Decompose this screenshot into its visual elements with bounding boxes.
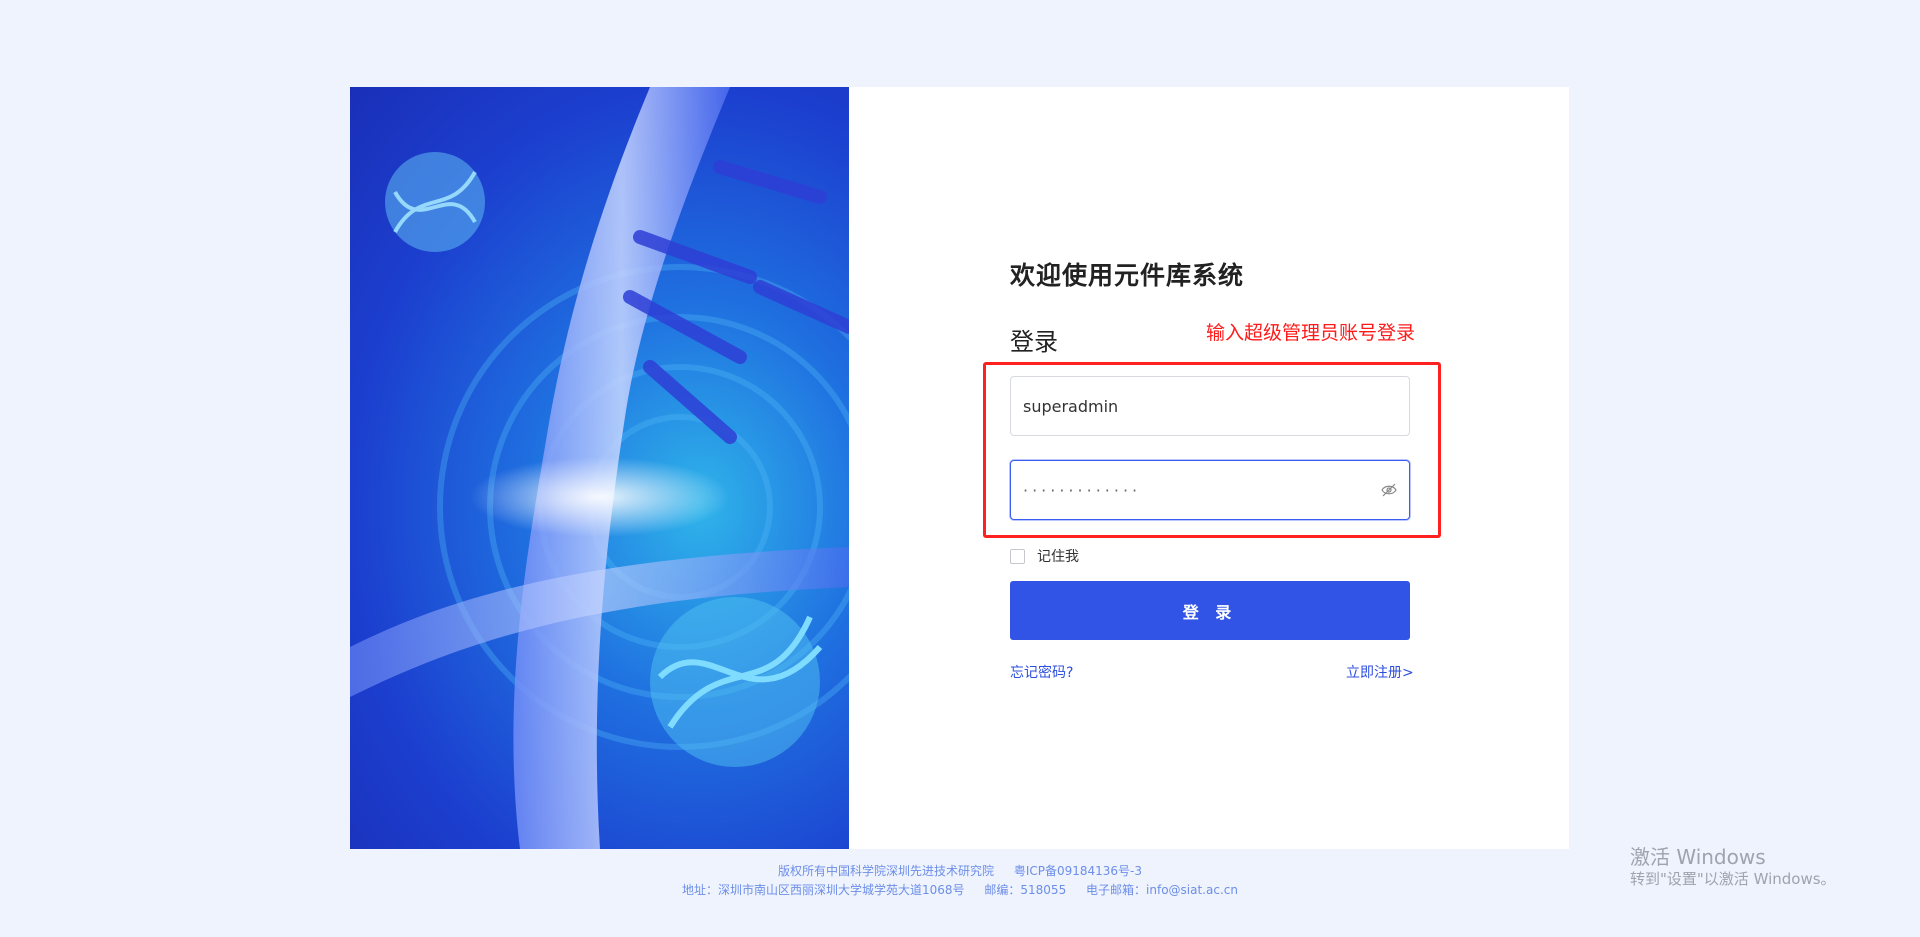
dna-banner-image xyxy=(350,87,849,849)
login-button[interactable]: 登 录 xyxy=(1010,581,1410,640)
login-heading: 登录 xyxy=(1010,328,1058,356)
forgot-password-link[interactable]: 忘记密码? xyxy=(1010,662,1073,682)
windows-activation-subtitle: 转到"设置"以激活 Windows。 xyxy=(1630,870,1836,888)
username-input[interactable]: superadmin xyxy=(1010,376,1410,436)
footer-address: 地址：深圳市南山区西丽深圳大学城学苑大道1068号 xyxy=(682,883,965,897)
footer-icp[interactable]: 粤ICP备09184136号-3 xyxy=(1014,864,1142,878)
username-value: superadmin xyxy=(1023,396,1119,416)
register-link[interactable]: 立即注册> xyxy=(1346,662,1414,682)
login-page: 欢迎使用元件库系统 登录 输入超级管理员账号登录 superadmin ····… xyxy=(0,0,1920,937)
windows-activation-title: 激活 Windows xyxy=(1630,845,1766,869)
footer-postcode: 邮编：518055 xyxy=(984,883,1067,897)
remember-me[interactable]: 记住我 xyxy=(1010,546,1079,566)
password-input[interactable]: ············· xyxy=(1010,460,1410,520)
eye-closed-icon[interactable] xyxy=(1381,483,1397,497)
password-value: ············· xyxy=(1023,480,1142,500)
footer-email: 电子邮箱：info@siat.ac.cn xyxy=(1086,883,1238,897)
remember-checkbox[interactable] xyxy=(1010,548,1025,564)
dna-illustration xyxy=(350,87,849,849)
footer-copyright: 版权所有中国科学院深圳先进技术研究院 xyxy=(777,864,994,878)
annotation-text: 输入超级管理员账号登录 xyxy=(1206,322,1416,344)
welcome-title: 欢迎使用元件库系统 xyxy=(1010,261,1245,290)
remember-label: 记住我 xyxy=(1037,549,1079,565)
